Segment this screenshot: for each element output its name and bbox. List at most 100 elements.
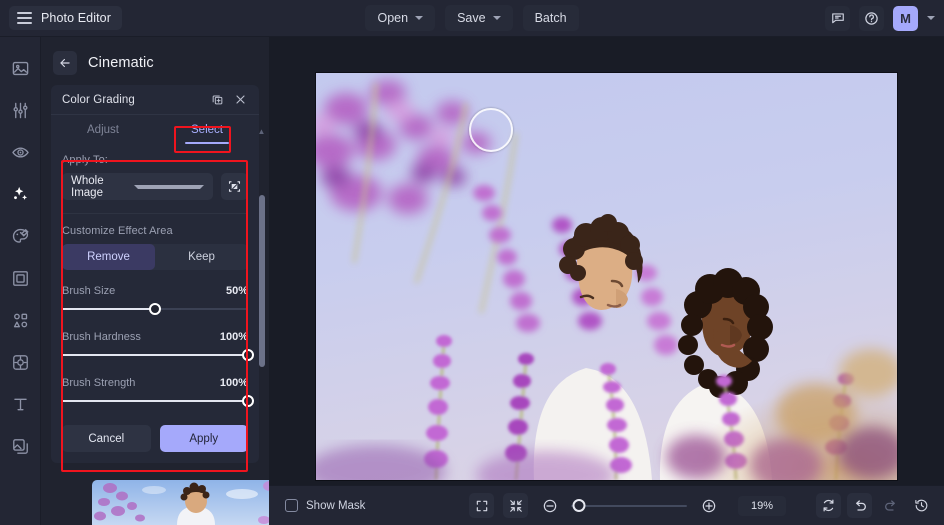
mode-remove-button[interactable]: Remove: [62, 244, 155, 270]
history-controls: [816, 493, 934, 518]
brush-hardness-slider-block: Brush Hardness 100%: [62, 331, 254, 362]
apply-to-value: Whole Image: [71, 174, 104, 199]
sliders-icon: [12, 102, 28, 118]
tab-select[interactable]: Select: [155, 115, 259, 144]
zoom-in-button[interactable]: [696, 493, 721, 518]
zoom-out-icon: [543, 499, 556, 512]
edited-photo: [316, 73, 897, 480]
chevron-down-icon: [133, 184, 204, 189]
avatar[interactable]: M: [893, 5, 918, 31]
sidebar-item-shapes[interactable]: [5, 305, 35, 335]
color-grading-card: Color Grading Adjust Select Apply To: Wh…: [51, 85, 259, 463]
sidebar-item-image[interactable]: [5, 53, 35, 83]
brush-strength-value: 100%: [219, 377, 248, 389]
scroll-up-arrow[interactable]: ▲: [257, 127, 266, 136]
divider: [62, 213, 248, 214]
help-button[interactable]: [859, 5, 884, 31]
brush-size-slider[interactable]: [62, 302, 248, 316]
text-icon: [13, 398, 27, 410]
sidebar-item-color[interactable]: [5, 221, 35, 251]
canvas-stage[interactable]: [269, 37, 944, 485]
slider-handle[interactable]: [149, 303, 161, 315]
question-mark-icon: [865, 11, 878, 25]
image-canvas[interactable]: [316, 73, 897, 480]
zoom-out-button[interactable]: [537, 493, 562, 518]
apply-to-select[interactable]: Whole Image: [62, 173, 213, 200]
checkbox-icon: [285, 499, 298, 512]
card-tabs: Adjust Select: [51, 115, 259, 144]
tab-adjust[interactable]: Adjust: [51, 115, 155, 144]
batch-button-label: Batch: [534, 11, 567, 25]
zoom-in-icon: [702, 499, 715, 512]
show-mask-toggle[interactable]: Show Mask: [285, 499, 365, 512]
batch-button[interactable]: Batch: [522, 5, 579, 31]
apply-button[interactable]: Apply: [159, 425, 248, 452]
panel-scrollbar[interactable]: [259, 195, 265, 367]
card-body: Apply To: Whole Image Customize Effect A…: [51, 144, 259, 463]
sidebar-item-frame[interactable]: [5, 263, 35, 293]
brush-hardness-label: Brush Hardness: [62, 331, 141, 343]
tool-rail: [0, 37, 41, 525]
customize-effect-area-label: Customize Effect Area: [62, 225, 173, 237]
back-button[interactable]: [53, 51, 77, 75]
apply-to-label: Apply To:: [62, 154, 108, 166]
slider-fill: [62, 400, 248, 402]
undo-button[interactable]: [847, 493, 872, 518]
chevron-down-icon[interactable]: [927, 16, 935, 20]
brush-hardness-header: Brush Hardness 100%: [62, 331, 248, 343]
reset-button[interactable]: [816, 493, 841, 518]
duplicate-button[interactable]: [208, 90, 227, 109]
sidebar-item-focus[interactable]: [5, 347, 35, 377]
cancel-button[interactable]: Cancel: [62, 425, 151, 452]
undo-icon: [855, 499, 866, 511]
fit-screen-button[interactable]: [469, 493, 494, 518]
reset-icon: [823, 499, 834, 512]
zoom-slider-handle[interactable]: [572, 499, 586, 512]
sidebar-item-layers[interactable]: [5, 431, 35, 461]
brush-hardness-slider[interactable]: [62, 348, 254, 362]
feedback-button[interactable]: [825, 5, 850, 31]
slider-handle[interactable]: [242, 395, 254, 407]
bottom-bar: Show Mask 19%: [269, 485, 944, 525]
effect-mode-segmented: Remove Keep: [62, 244, 248, 270]
zoom-slider[interactable]: [571, 499, 687, 513]
card-header: Color Grading: [51, 85, 259, 115]
arrow-left-icon: [60, 58, 70, 68]
top-center-actions: Open Save Batch: [0, 5, 944, 31]
brush-size-slider-block: Brush Size 50%: [62, 285, 248, 316]
focus-icon: [12, 354, 28, 370]
brush-hardness-value: 100%: [219, 331, 248, 343]
redo-icon: [884, 499, 895, 511]
sidebar-item-retouch[interactable]: [5, 137, 35, 167]
close-button[interactable]: [231, 90, 250, 109]
effect-panel: Cinematic Color Grading Adjust Select Ap…: [41, 37, 300, 525]
sidebar-item-effects[interactable]: [5, 179, 35, 209]
brush-strength-slider[interactable]: [62, 394, 254, 408]
chevron-down-icon: [415, 16, 424, 20]
panel-header: Cinematic: [41, 37, 269, 85]
history-button[interactable]: [909, 493, 934, 518]
page-title: Cinematic: [88, 55, 154, 71]
copy-icon: [212, 95, 223, 105]
slider-handle[interactable]: [242, 349, 254, 361]
save-button-label: Save: [457, 11, 486, 25]
open-button[interactable]: Open: [365, 5, 436, 31]
app-root: Photo Editor Open Save Batch M Cinematic…: [0, 0, 944, 525]
sparkles-icon: [14, 186, 28, 200]
brush-size-label: Brush Size: [62, 285, 116, 297]
redo-button[interactable]: [878, 493, 903, 518]
collapse-button[interactable]: [503, 493, 528, 518]
palette-icon: [12, 228, 29, 243]
zoom-level-value[interactable]: 19%: [738, 495, 786, 516]
sidebar-item-text[interactable]: [5, 389, 35, 419]
zoom-slider-track: [571, 504, 687, 507]
mask-select-button[interactable]: [221, 173, 248, 200]
top-right-actions: M: [825, 5, 935, 31]
save-button[interactable]: Save: [445, 5, 513, 31]
sidebar-item-adjust[interactable]: [5, 95, 35, 125]
fit-screen-icon: [476, 500, 487, 511]
slider-fill: [62, 354, 248, 356]
top-bar: Photo Editor Open Save Batch M: [0, 0, 944, 37]
chat-icon: [831, 13, 844, 24]
mode-keep-button[interactable]: Keep: [155, 244, 248, 270]
